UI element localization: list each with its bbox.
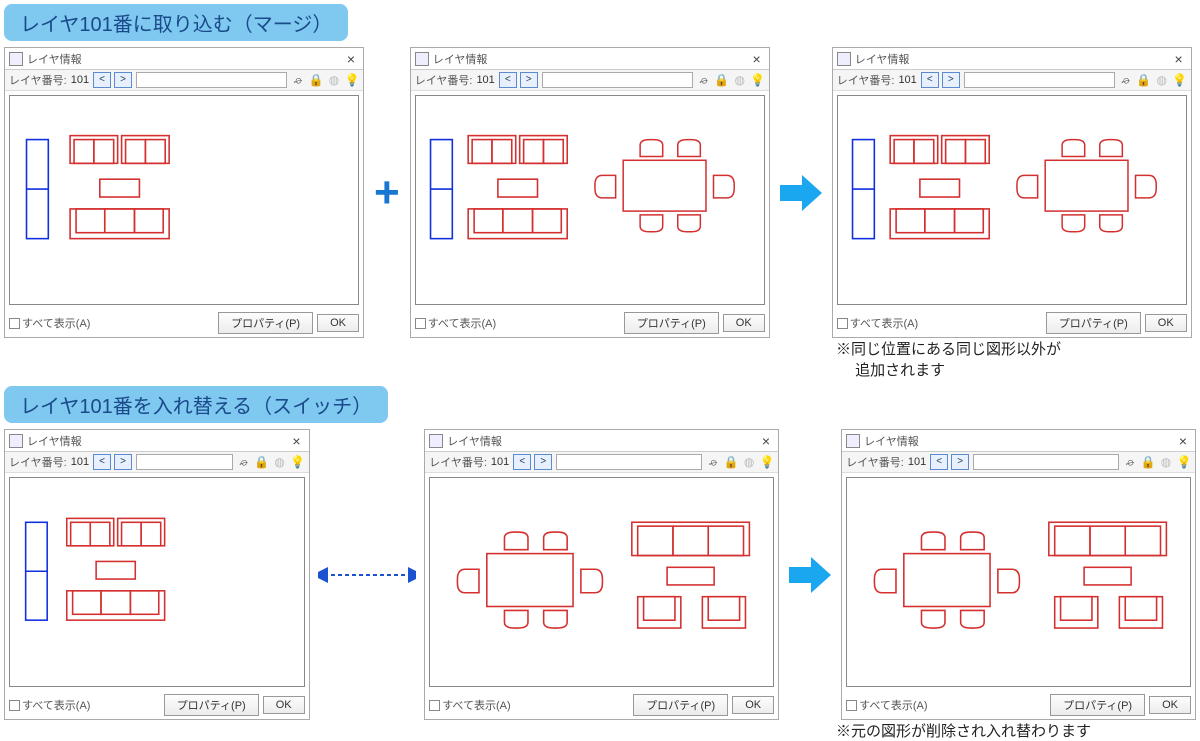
merge-row: レイヤ情報 × レイヤ番号: 101 < > ⌮ 🔒 ◍ 💡 <box>4 47 1196 338</box>
visibility-bulb-icon[interactable]: 💡 <box>1173 73 1187 87</box>
layer-name-input[interactable] <box>964 72 1115 88</box>
next-layer-button[interactable]: > <box>520 72 538 88</box>
visibility-bulb-icon[interactable]: 💡 <box>291 455 305 469</box>
properties-button[interactable]: プロパティ(P) <box>164 694 259 716</box>
lock-icon[interactable]: 🔒 <box>1141 455 1155 469</box>
layer-canvas <box>429 477 774 687</box>
layer-panel: レイヤ情報 × レイヤ番号: 101 < > ⌮ 🔒 ◍ 💡 <box>4 47 364 338</box>
close-icon[interactable]: × <box>749 51 765 67</box>
prev-layer-button[interactable]: < <box>93 454 111 470</box>
app-icon <box>837 52 851 66</box>
snapshot-icon[interactable]: ⌮ <box>706 455 720 469</box>
close-icon[interactable]: × <box>1171 51 1187 67</box>
result-arrow-icon <box>778 173 824 213</box>
show-all-checkbox[interactable]: すべて表示(A) <box>9 315 214 331</box>
layer-panel: レイヤ情報 × レイヤ番号: 101 < > ⌮ 🔒 ◍ 💡 すべて表示(A <box>424 429 779 720</box>
layer-name-input[interactable] <box>973 454 1119 470</box>
merge-heading: レイヤ101番に取り込む（マージ） <box>4 4 348 41</box>
properties-button[interactable]: プロパティ(P) <box>218 312 313 334</box>
result-arrow-icon <box>787 555 833 595</box>
snapshot-icon[interactable]: ⌮ <box>697 73 711 87</box>
layer-name-input[interactable] <box>556 454 702 470</box>
plus-icon: + <box>372 171 402 215</box>
properties-button[interactable]: プロパティ(P) <box>1050 694 1145 716</box>
layer-panel: レイヤ情報 × レイヤ番号: 101 < > ⌮ 🔒 ◍ 💡 <box>4 429 310 720</box>
switch-row: レイヤ情報 × レイヤ番号: 101 < > ⌮ 🔒 ◍ 💡 <box>4 429 1196 720</box>
layer-name-input[interactable] <box>542 72 693 88</box>
layer-number-value: 101 <box>71 74 89 86</box>
app-icon <box>429 434 443 448</box>
app-icon <box>415 52 429 66</box>
ok-button[interactable]: OK <box>1149 696 1191 714</box>
snapshot-icon[interactable]: ⌮ <box>291 73 305 87</box>
merge-note: ※同じ位置にある同じ図形以外が 追加されます <box>836 338 1196 380</box>
app-icon <box>846 434 860 448</box>
visibility-bulb-icon[interactable]: 💡 <box>1177 455 1191 469</box>
layer-panel: レイヤ情報 × レイヤ番号: 101 < > ⌮ 🔒 ◍ 💡 <box>410 47 770 338</box>
layer-canvas <box>837 95 1187 305</box>
show-all-checkbox[interactable]: すべて表示(A) <box>837 315 1042 331</box>
visibility-bulb-icon[interactable]: 💡 <box>760 455 774 469</box>
close-icon[interactable]: × <box>758 433 774 449</box>
globe-icon[interactable]: ◍ <box>733 73 747 87</box>
lock-icon[interactable]: 🔒 <box>255 455 269 469</box>
globe-icon[interactable]: ◍ <box>273 455 287 469</box>
snapshot-icon[interactable]: ⌮ <box>1123 455 1137 469</box>
globe-icon[interactable]: ◍ <box>742 455 756 469</box>
properties-button[interactable]: プロパティ(P) <box>633 694 728 716</box>
prev-layer-button[interactable]: < <box>921 72 939 88</box>
lock-icon[interactable]: 🔒 <box>1137 73 1151 87</box>
close-icon[interactable]: × <box>343 51 359 67</box>
prev-layer-button[interactable]: < <box>930 454 948 470</box>
ok-button[interactable]: OK <box>723 314 765 332</box>
next-layer-button[interactable]: > <box>942 72 960 88</box>
layer-panel: レイヤ情報 × レイヤ番号: 101 < > ⌮ 🔒 ◍ 💡 すべて表示(A <box>841 429 1196 720</box>
switch-note: ※元の図形が削除され入れ替わります <box>836 720 1196 741</box>
visibility-bulb-icon[interactable]: 💡 <box>751 73 765 87</box>
close-icon[interactable]: × <box>1175 433 1191 449</box>
layer-canvas <box>9 95 359 305</box>
properties-button[interactable]: プロパティ(P) <box>624 312 719 334</box>
lock-icon[interactable]: 🔒 <box>715 73 729 87</box>
swap-arrow-icon <box>318 565 417 585</box>
merge-section: レイヤ101番に取り込む（マージ） レイヤ情報 × レイヤ番号: 101 < >… <box>4 4 1196 380</box>
switch-heading: レイヤ101番を入れ替える（スイッチ） <box>4 386 388 423</box>
prev-layer-button[interactable]: < <box>513 454 531 470</box>
snapshot-icon[interactable]: ⌮ <box>1119 73 1133 87</box>
layer-panel: レイヤ情報 × レイヤ番号: 101 < > ⌮ 🔒 ◍ 💡 <box>832 47 1192 338</box>
next-layer-button[interactable]: > <box>114 454 132 470</box>
lock-icon[interactable]: 🔒 <box>309 73 323 87</box>
show-all-checkbox[interactable]: すべて表示(A) <box>429 697 629 713</box>
app-icon <box>9 434 23 448</box>
ok-button[interactable]: OK <box>732 696 774 714</box>
snapshot-icon[interactable]: ⌮ <box>237 455 251 469</box>
next-layer-button[interactable]: > <box>114 72 132 88</box>
next-layer-button[interactable]: > <box>534 454 552 470</box>
show-all-checkbox[interactable]: すべて表示(A) <box>9 697 160 713</box>
prev-layer-button[interactable]: < <box>499 72 517 88</box>
layer-name-input[interactable] <box>136 454 233 470</box>
layer-number-label: レイヤ番号: <box>9 72 67 88</box>
properties-button[interactable]: プロパティ(P) <box>1046 312 1141 334</box>
ok-button[interactable]: OK <box>263 696 305 714</box>
show-all-checkbox[interactable]: すべて表示(A) <box>415 315 620 331</box>
window-title: レイヤ情報 <box>27 51 343 67</box>
layer-canvas <box>415 95 765 305</box>
layer-name-input[interactable] <box>136 72 287 88</box>
globe-icon[interactable]: ◍ <box>1155 73 1169 87</box>
app-icon <box>9 52 23 66</box>
lock-icon[interactable]: 🔒 <box>724 455 738 469</box>
globe-icon[interactable]: ◍ <box>327 73 341 87</box>
globe-icon[interactable]: ◍ <box>1159 455 1173 469</box>
next-layer-button[interactable]: > <box>951 454 969 470</box>
ok-button[interactable]: OK <box>1145 314 1187 332</box>
show-all-checkbox[interactable]: すべて表示(A) <box>846 697 1046 713</box>
close-icon[interactable]: × <box>288 433 304 449</box>
ok-button[interactable]: OK <box>317 314 359 332</box>
prev-layer-button[interactable]: < <box>93 72 111 88</box>
switch-section: レイヤ101番を入れ替える（スイッチ） レイヤ情報 × レイヤ番号: 101 <… <box>4 386 1196 741</box>
layer-canvas <box>9 477 305 687</box>
layer-canvas <box>846 477 1191 687</box>
visibility-bulb-icon[interactable]: 💡 <box>345 73 359 87</box>
